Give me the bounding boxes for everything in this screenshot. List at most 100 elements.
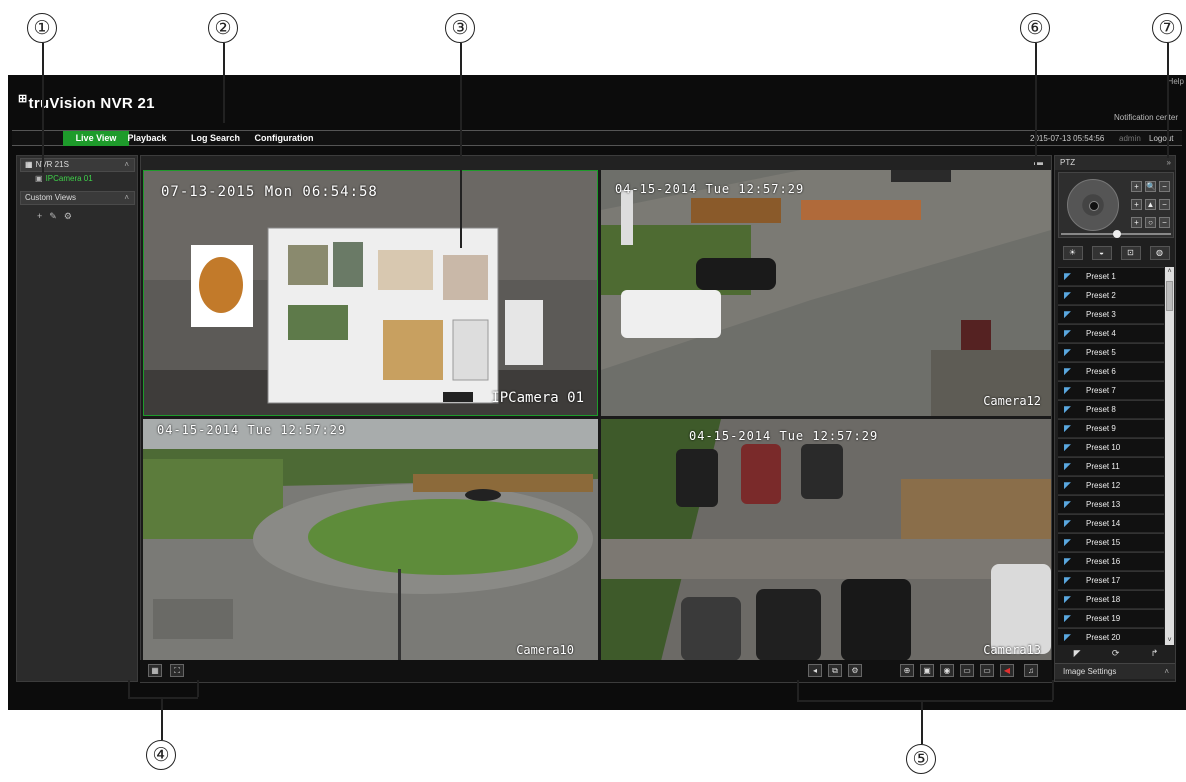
- preset-label: Preset 13: [1086, 500, 1121, 509]
- preset-item[interactable]: ◤ Preset 16: [1058, 552, 1164, 571]
- callout-7-leader: [1167, 43, 1169, 158]
- overhead-parking-scene: [601, 419, 1051, 661]
- preset-item[interactable]: ◤ Preset 3: [1058, 305, 1164, 324]
- preset-item[interactable]: ◤ Preset 20: [1058, 628, 1164, 645]
- preset-item[interactable]: ◤ Preset 2: [1058, 286, 1164, 305]
- preset-label: Preset 12: [1086, 481, 1121, 490]
- callout-3: ③: [445, 13, 475, 43]
- record-icon[interactable]: ▭: [960, 664, 974, 677]
- microphone-icon[interactable]: ♫: [1024, 664, 1038, 677]
- preset-item[interactable]: ◤ Preset 1: [1058, 267, 1164, 286]
- tile-2-camera-label: Camera12: [983, 394, 1041, 408]
- preset-item[interactable]: ◤ Preset 4: [1058, 324, 1164, 343]
- tab-tours-icon[interactable]: ⟳: [1112, 648, 1120, 659]
- preset-icon: ◤: [1064, 632, 1071, 642]
- add-view-icon[interactable]: +: [37, 211, 49, 221]
- menu-configuration[interactable]: Configuration: [254, 131, 314, 146]
- live-view-toolbar: ▦ ⛶ ◂ ⧉ ⚙ ⊕ ▣ ◉ ▭ ▭ ◀ ♫: [140, 660, 1052, 682]
- delete-view-icon[interactable]: ⚙: [64, 211, 79, 221]
- scroll-thumb[interactable]: [1166, 281, 1173, 311]
- focus-out-button[interactable]: −: [1159, 199, 1170, 210]
- image-settings-label: Image Settings: [1063, 667, 1117, 676]
- preset-item[interactable]: ◤ Preset 6: [1058, 362, 1164, 381]
- digital-zoom-icon[interactable]: ⊕: [900, 664, 914, 677]
- zoom-in-button[interactable]: +: [1131, 181, 1142, 192]
- preset-item[interactable]: ◤ Preset 7: [1058, 381, 1164, 400]
- preset-item[interactable]: ◤ Preset 14: [1058, 514, 1164, 533]
- preset-item[interactable]: ◤ Preset 15: [1058, 533, 1164, 552]
- preset-icon: ◤: [1064, 461, 1071, 471]
- image-settings-header[interactable]: Image Settings ˄: [1055, 663, 1175, 679]
- ptz-tool-row: ☀ ◒ ⊡ ◍: [1058, 244, 1174, 262]
- grid-toolbar: ▬: [141, 156, 1051, 170]
- sequence-settings-icon[interactable]: ⚙: [848, 664, 862, 677]
- preset-label: Preset 16: [1086, 557, 1121, 566]
- callout-5-leader: [921, 700, 923, 744]
- slider-knob[interactable]: [1113, 230, 1121, 238]
- video-tile-2[interactable]: 04-15-2014 Tue 12:57:29 Camera12: [601, 170, 1051, 416]
- preset-item[interactable]: ◤ Preset 5: [1058, 343, 1164, 362]
- preset-label: Preset 11: [1086, 462, 1120, 471]
- audio-icon[interactable]: ◀: [1000, 664, 1014, 677]
- stop-icon[interactable]: ▭: [980, 664, 994, 677]
- ptz-joystick[interactable]: [1067, 179, 1119, 231]
- scroll-down-icon[interactable]: ˅: [1165, 637, 1174, 644]
- tab-presets-icon[interactable]: ◤: [1074, 648, 1081, 659]
- preset-item[interactable]: ◤ Preset 8: [1058, 400, 1164, 419]
- preset-item[interactable]: ◤ Preset 19: [1058, 609, 1164, 628]
- camera-tree-item[interactable]: ▣ IPCamera 01: [35, 174, 93, 184]
- device-group-header[interactable]: ▦ NVR 21S ˄: [20, 158, 135, 172]
- video-tile-3[interactable]: 04-15-2014 Tue 12:57:29 Camera10: [143, 419, 598, 661]
- callout-4-leader: [161, 697, 163, 740]
- datetime-display: 2015-07-13 05:54:56: [1030, 134, 1105, 143]
- layout-select-button[interactable]: ▦: [148, 664, 162, 677]
- menu-playback[interactable]: Playback: [122, 131, 172, 146]
- custom-views-header[interactable]: Custom Views ˄: [20, 191, 135, 205]
- snapshot-icon[interactable]: ◉: [940, 664, 954, 677]
- auto-focus-icon[interactable]: ⊡: [1120, 246, 1141, 260]
- video-tile-1[interactable]: 07-13-2015 Mon 06:54:58 IPCamera 01: [143, 170, 598, 416]
- sequence-icon[interactable]: ⧉: [828, 664, 842, 677]
- iris-open-button[interactable]: +: [1131, 217, 1142, 228]
- preset-scrollbar[interactable]: ˄ ˅: [1165, 267, 1174, 645]
- preset-icon: ◤: [1064, 613, 1071, 623]
- ptz-speed-slider[interactable]: [1061, 230, 1171, 238]
- focus-icon: ▲: [1145, 199, 1156, 210]
- wiper-icon[interactable]: ◒: [1091, 246, 1112, 260]
- edit-view-icon[interactable]: ✎: [49, 211, 64, 221]
- preset-item[interactable]: ◤ Preset 17: [1058, 571, 1164, 590]
- preset-label: Preset 19: [1086, 614, 1121, 623]
- preset-item[interactable]: ◤ Preset 12: [1058, 476, 1164, 495]
- ptz-panel: PTZ » + 🔍 − + ▲ − + ○ − ☀ ◒ ⊡ ◍ ◤ Preset …: [1054, 155, 1176, 682]
- menu-log-search[interactable]: Log Search: [188, 131, 243, 146]
- menu-live-view[interactable]: Live View: [63, 131, 129, 146]
- picture-icon[interactable]: ▣: [920, 664, 934, 677]
- app-logo-text: truVision NVR 21: [28, 95, 155, 112]
- collapse-chevron-icon[interactable]: ˄: [124, 192, 129, 204]
- preset-item[interactable]: ◤ Preset 10: [1058, 438, 1164, 457]
- preset-item[interactable]: ◤ Preset 9: [1058, 419, 1164, 438]
- tab-patterns-icon[interactable]: ↱: [1151, 648, 1159, 659]
- preset-label: Preset 17: [1086, 576, 1121, 585]
- preset-icon: ◤: [1064, 309, 1071, 319]
- preset-label: Preset 20: [1086, 633, 1121, 642]
- expand-chevron-icon[interactable]: ˄: [1164, 664, 1169, 679]
- iris-close-button[interactable]: −: [1159, 217, 1170, 228]
- ptz-header: PTZ »: [1055, 156, 1175, 170]
- light-icon[interactable]: ☀: [1062, 246, 1083, 260]
- preset-item[interactable]: ◤ Preset 13: [1058, 495, 1164, 514]
- zoom-out-button[interactable]: −: [1159, 181, 1170, 192]
- one-touch-icon[interactable]: ◍: [1149, 246, 1170, 260]
- logout-link[interactable]: Logout: [1149, 131, 1173, 146]
- help-link[interactable]: Help: [1168, 77, 1184, 86]
- fullscreen-button[interactable]: ⛶: [170, 664, 184, 677]
- video-tile-4[interactable]: 04-15-2014 Tue 12:57:29 Camera13: [601, 419, 1051, 661]
- scroll-up-icon[interactable]: ˄: [1165, 268, 1174, 275]
- collapse-chevron-icon[interactable]: ˄: [124, 159, 129, 171]
- preset-item[interactable]: ◤ Preset 11: [1058, 457, 1164, 476]
- preset-item[interactable]: ◤ Preset 18: [1058, 590, 1164, 609]
- focus-in-button[interactable]: +: [1131, 199, 1142, 210]
- collapse-panel-icon[interactable]: »: [1167, 156, 1171, 170]
- joystick-center-icon[interactable]: [1089, 201, 1099, 211]
- previous-view-icon[interactable]: ◂: [808, 664, 822, 677]
